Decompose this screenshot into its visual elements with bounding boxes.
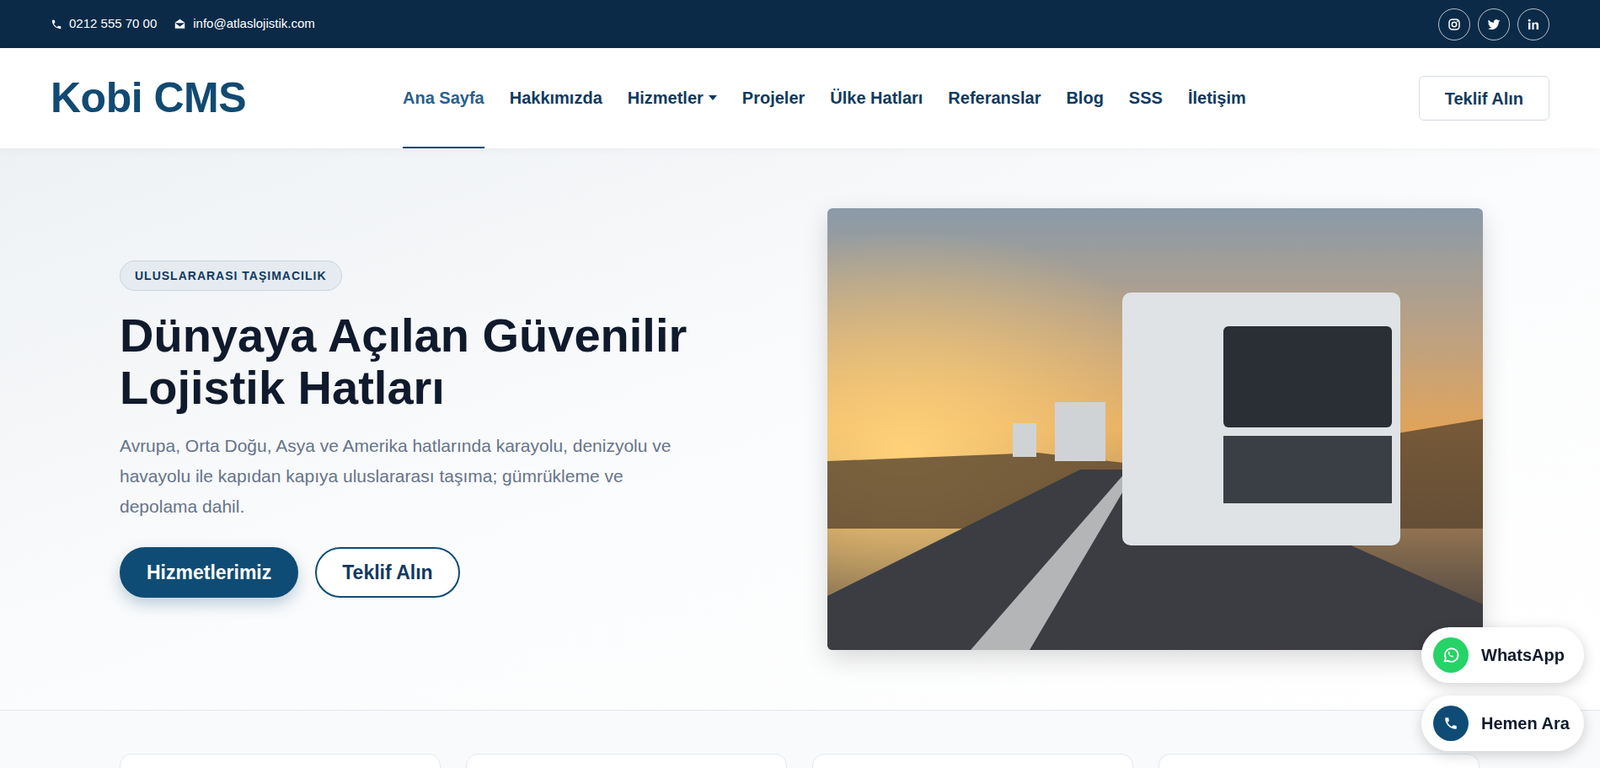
- nav-link-label: Projeler: [742, 85, 805, 111]
- feature-card: [1158, 753, 1480, 768]
- hero-content: ULUSLARARASI TAŞIMACILIK Dünyaya Açılan G…: [119, 260, 828, 598]
- hero-badge: ULUSLARARASI TAŞIMACILIK: [119, 260, 343, 291]
- social-button[interactable]: [1517, 8, 1550, 41]
- logo-text: Kobi CMS: [50, 74, 247, 122]
- hero-buttons: Hizmetlerimiz Teklif Alın: [119, 546, 461, 598]
- nav-link[interactable]: Hizmetler: [627, 48, 718, 149]
- hero-button-label: Hizmetlerimiz: [146, 557, 272, 588]
- hero: ULUSLARARASI TAŞIMACILIK Dünyaya Açılan G…: [0, 148, 1600, 710]
- whatsapp-icon: [1441, 645, 1461, 664]
- email-text: info@atlaslojistik.com: [192, 14, 315, 34]
- nav-links: Ana Sayfa Hakkımızda Hizmetler Projeler Ülke…: [402, 48, 1247, 149]
- nav-link[interactable]: Hakkımızda: [509, 48, 603, 149]
- quote-button[interactable]: Teklif Alın: [1418, 75, 1550, 121]
- social-button[interactable]: [1438, 8, 1471, 41]
- hero-image: [827, 208, 1483, 650]
- envelope-icon: [173, 17, 187, 31]
- truck-photo-icon: [827, 208, 1483, 650]
- hero-description: Avrupa, Orta Doğu, Asya ve Amerika hatla…: [119, 430, 702, 522]
- services-button[interactable]: Hizmetlerimiz: [119, 546, 299, 598]
- floating-actions: WhatsApp Hemen Ara: [1421, 626, 1584, 751]
- hero-badge-text: ULUSLARARASI TAŞIMACILIK: [134, 267, 327, 285]
- feature-card: [812, 753, 1134, 768]
- nav-link-label: İletişim: [1187, 85, 1247, 111]
- feature-card: [465, 753, 787, 768]
- social-button[interactable]: [1477, 8, 1510, 41]
- nav-link[interactable]: Referanslar: [947, 48, 1041, 149]
- quote-hero-button[interactable]: Teklif Alın: [315, 546, 460, 598]
- phone-icon: [1443, 715, 1459, 731]
- caret-icon: [708, 95, 718, 101]
- twitter-icon: [1486, 16, 1502, 33]
- nav-link[interactable]: Ana Sayfa: [402, 48, 485, 149]
- call-button[interactable]: Hemen Ara: [1421, 695, 1584, 751]
- social-links: [1438, 8, 1550, 41]
- phone-icon: [50, 18, 63, 31]
- nav-link[interactable]: Projeler: [742, 48, 805, 149]
- nav-link-label: Ana Sayfa: [402, 85, 485, 111]
- whatsapp-button[interactable]: WhatsApp: [1421, 626, 1584, 683]
- logo[interactable]: Kobi CMS: [50, 66, 403, 130]
- quote-button-label: Teklif Alın: [1444, 85, 1524, 112]
- nav-link-label: Blog: [1065, 85, 1103, 111]
- phone-text: 0212 555 70 00: [69, 14, 157, 34]
- hero-title: Dünyaya Açılan Güvenilir Lojistik Hatlar…: [119, 309, 777, 414]
- nav-link[interactable]: Blog: [1065, 48, 1103, 149]
- instagram-icon: [1446, 16, 1462, 33]
- main-nav: Kobi CMS Ana Sayfa Hakkımızda Hizmetler Proj…: [0, 48, 1600, 149]
- nav-link-label: Referanslar: [947, 85, 1041, 111]
- nav-link[interactable]: İletişim: [1187, 48, 1247, 149]
- features-section: [0, 709, 1600, 768]
- floating-label: WhatsApp: [1481, 642, 1565, 668]
- nav-link[interactable]: SSS: [1129, 48, 1163, 149]
- top-bar: 0212 555 70 00 info@atlaslojistik.com: [0, 0, 1600, 49]
- linkedin-icon: [1525, 16, 1542, 33]
- nav-link-label: Hakkımızda: [509, 85, 603, 111]
- topbar-phone[interactable]: 0212 555 70 00: [50, 14, 157, 34]
- floating-label: Hemen Ara: [1481, 710, 1570, 736]
- floating-icon-circle: [1433, 636, 1469, 673]
- nav-link-label: SSS: [1129, 85, 1163, 111]
- nav-link-label: Hizmetler: [627, 85, 704, 111]
- nav-link-label: Ülke Hatları: [829, 85, 923, 111]
- nav-link[interactable]: Ülke Hatları: [829, 48, 923, 149]
- hero-button-label: Teklif Alın: [342, 557, 433, 588]
- topbar-email[interactable]: info@atlaslojistik.com: [173, 14, 315, 34]
- floating-icon-circle: [1433, 705, 1469, 741]
- feature-card: [119, 753, 441, 768]
